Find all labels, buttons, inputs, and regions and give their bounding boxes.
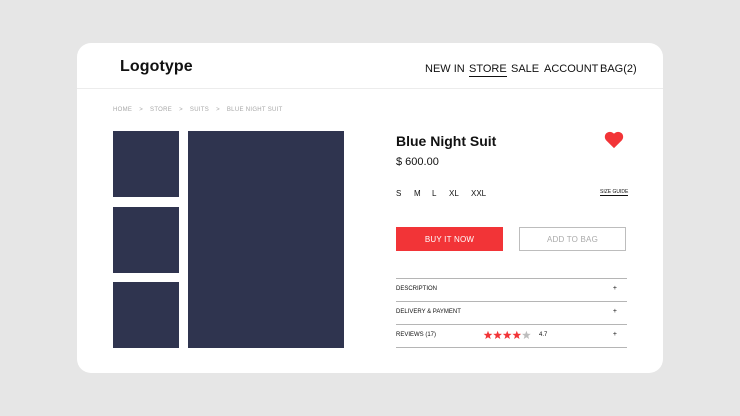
nav-new-in[interactable]: NEW IN	[425, 63, 465, 77]
logo[interactable]: Logotype	[120, 58, 193, 76]
product-page-card: Logotype NEW IN STORE SALE ACCOUNT BAG(2…	[77, 43, 663, 373]
product-main-image	[188, 131, 344, 348]
divider	[396, 347, 627, 348]
plus-icon[interactable]: +	[613, 285, 617, 292]
size-option-xxl[interactable]: XXL	[471, 189, 486, 198]
star-icon	[493, 330, 502, 340]
star-icon	[483, 330, 493, 340]
size-option-xl[interactable]: XL	[449, 189, 459, 198]
breadcrumb-store[interactable]: STORE	[150, 107, 172, 113]
product-thumbnail-3[interactable]	[113, 282, 179, 348]
size-guide-link[interactable]: SIZE GUIDE	[600, 189, 629, 196]
site-header: Logotype NEW IN STORE SALE ACCOUNT BAG(2…	[77, 43, 663, 89]
plus-icon[interactable]: +	[613, 331, 617, 338]
nav-store[interactable]: STORE	[469, 63, 507, 77]
rating-value: 4.7	[539, 332, 548, 338]
accordion-reviews[interactable]: REVIEWS (17) 4.7 +	[396, 325, 627, 347]
size-option-m[interactable]: M	[414, 189, 421, 198]
star-icon	[512, 330, 522, 340]
nav-sale[interactable]: SALE	[511, 63, 539, 77]
breadcrumb-separator: >	[179, 107, 183, 113]
heart-icon[interactable]	[604, 131, 624, 149]
plus-icon[interactable]: +	[613, 308, 617, 315]
accordion-label: REVIEWS (17)	[396, 332, 437, 338]
rating-stars	[483, 330, 531, 340]
accordion-label: DESCRIPTION	[396, 286, 438, 292]
breadcrumb-separator: >	[216, 107, 220, 113]
product-thumbnail-1[interactable]	[113, 131, 179, 197]
accordion-label: DELIVERY & PAYMENT	[396, 309, 461, 315]
nav-bag[interactable]: BAG(2)	[600, 63, 637, 77]
buy-now-button[interactable]: BUY IT NOW	[396, 227, 503, 251]
accordion-description[interactable]: DESCRIPTION +	[396, 279, 627, 301]
accordion-delivery-payment[interactable]: DELIVERY & PAYMENT +	[396, 302, 627, 324]
star-icon	[522, 330, 531, 340]
breadcrumb-home[interactable]: HOME	[113, 107, 132, 113]
size-option-l[interactable]: L	[432, 189, 436, 198]
size-option-s[interactable]: S	[396, 189, 401, 198]
breadcrumb-current: BLUE NIGHT SUIT	[226, 107, 283, 113]
star-icon	[502, 330, 512, 340]
product-thumbnail-2[interactable]	[113, 207, 179, 273]
add-to-bag-button[interactable]: ADD TO BAG	[519, 227, 626, 251]
breadcrumb: HOME > STORE > SUITS > BLUE NIGHT SUIT	[113, 107, 283, 113]
breadcrumb-separator: >	[139, 107, 144, 113]
breadcrumb-suits[interactable]: SUITS	[190, 107, 209, 113]
product-title: Blue Night Suit	[396, 133, 497, 149]
product-price: $ 600.00	[396, 156, 439, 168]
nav-account[interactable]: ACCOUNT	[544, 63, 598, 77]
